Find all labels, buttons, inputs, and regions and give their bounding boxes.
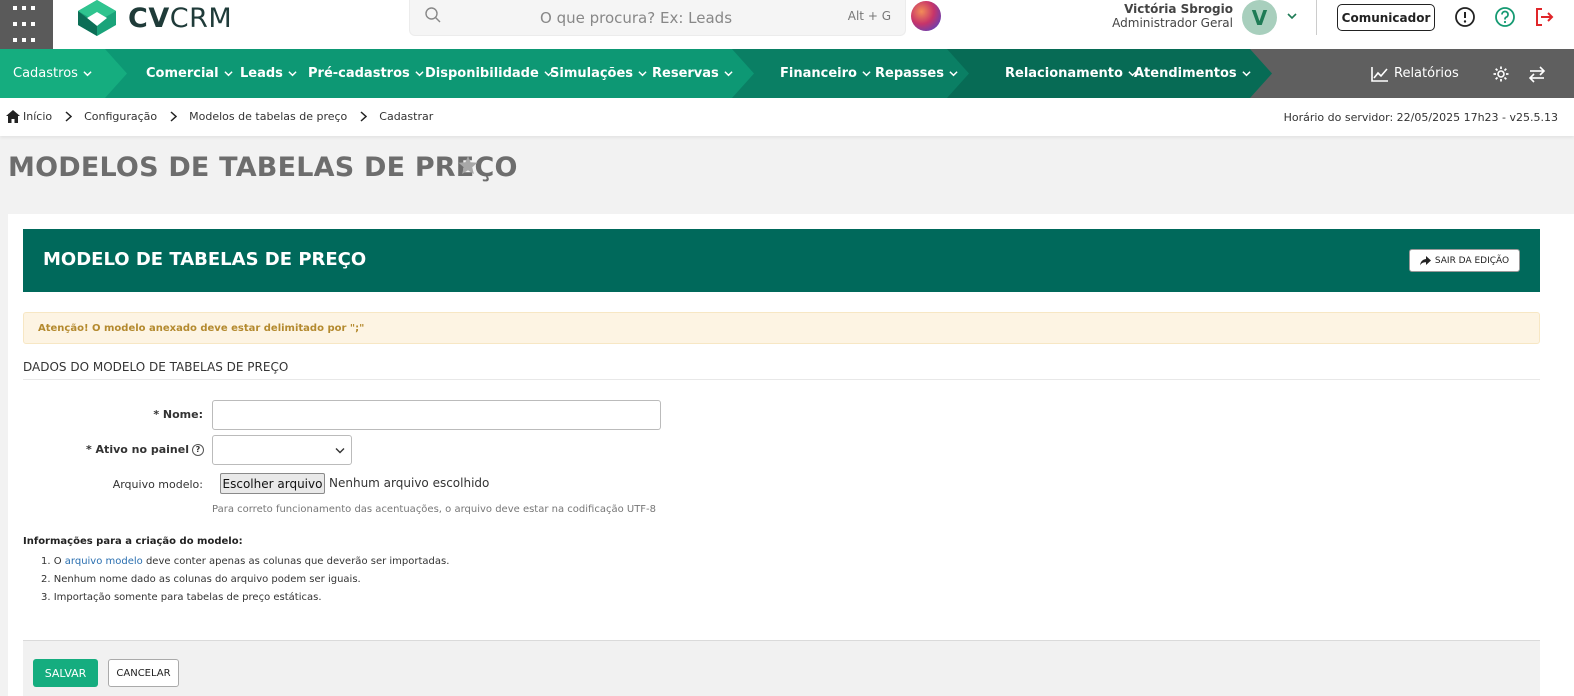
nav-item-comercial[interactable]: Comercial xyxy=(146,49,233,98)
chevron-down-icon xyxy=(862,71,871,77)
cvcrm-logo[interactable]: CVCRM xyxy=(78,0,232,36)
main-navigation: Cadastros Comercial Leads Pré-cadastros … xyxy=(0,49,1574,98)
logo-text: CVCRM xyxy=(128,2,233,34)
chevron-down-icon xyxy=(288,71,297,77)
nome-input[interactable] xyxy=(212,400,661,430)
exit-edit-button[interactable]: SAIR DA EDIÇÃO xyxy=(1409,249,1520,272)
user-name: Victória Sbrogio xyxy=(1124,2,1233,16)
swap-arrows-icon xyxy=(1528,65,1546,83)
assistant-orb-icon[interactable] xyxy=(911,1,941,31)
chevron-down-icon xyxy=(83,71,92,77)
section-divider xyxy=(23,379,1540,380)
gear-icon xyxy=(1493,66,1509,81)
form-actions: SALVAR CANCELAR xyxy=(23,640,1540,696)
chevron-down-icon xyxy=(1242,71,1251,77)
home-icon xyxy=(6,110,20,123)
avatar[interactable]: V xyxy=(1242,0,1277,35)
header-divider xyxy=(1316,0,1317,35)
comunicador-button[interactable]: Comunicador xyxy=(1337,4,1435,31)
nav-item-relacionamento[interactable]: Relacionamento xyxy=(1005,49,1137,98)
chevron-right-icon xyxy=(360,111,368,122)
info-item: 3. Importação somente para tabelas de pr… xyxy=(41,592,322,603)
page-title: MODELOS DE TABELAS DE PREÇO xyxy=(8,152,518,183)
save-button[interactable]: SALVAR xyxy=(33,659,98,687)
user-info[interactable]: Victória Sbrogio Administrador Geral xyxy=(1090,2,1233,30)
ativo-select[interactable] xyxy=(212,435,352,465)
nome-label: * Nome: xyxy=(153,408,203,421)
search-shortcut: Alt + G xyxy=(847,9,891,23)
nav-reports[interactable]: Relatórios xyxy=(1371,49,1459,98)
chevron-down-icon xyxy=(724,71,733,77)
ativo-label: * Ativo no painel? xyxy=(78,443,204,456)
user-role: Administrador Geral xyxy=(1112,16,1233,30)
search-input[interactable] xyxy=(540,8,900,27)
apps-grid-icon xyxy=(13,6,17,10)
top-header: CVCRM Alt + G Victória Sbrogio Administr… xyxy=(0,0,1574,49)
nav-reports-label: Relatórios xyxy=(1394,66,1459,81)
chevron-down-icon xyxy=(949,71,958,77)
chart-line-icon xyxy=(1371,66,1388,82)
arquivo-label: Arquivo modelo: xyxy=(112,478,203,491)
apps-grid-button[interactable] xyxy=(0,0,53,49)
file-help-text: Para correto funcionamento das acentuaçõ… xyxy=(212,504,657,515)
arquivo-modelo-link[interactable]: arquivo modelo xyxy=(65,556,143,567)
share-arrow-icon xyxy=(1419,255,1431,265)
settings-button[interactable] xyxy=(1492,49,1510,98)
breadcrumb-inicio[interactable]: Início xyxy=(23,110,52,123)
info-list: 1. O arquivo modelo deve conter apenas a… xyxy=(41,553,449,607)
info-icon[interactable] xyxy=(1454,6,1476,28)
chevron-down-icon[interactable] xyxy=(1286,10,1298,22)
info-item: 1. O arquivo modelo deve conter apenas a… xyxy=(41,556,450,567)
breadcrumb-cadastrar: Cadastrar xyxy=(379,110,434,123)
info-title: Informações para a criação do modelo: xyxy=(23,536,243,547)
server-time: Horário do servidor: 22/05/2025 17h23 - … xyxy=(1283,111,1558,124)
choose-file-button[interactable]: Escolher arquivo xyxy=(220,473,325,494)
global-search[interactable]: Alt + G xyxy=(409,0,906,36)
nav-item-atendimentos[interactable]: Atendimentos xyxy=(1134,49,1251,98)
breadcrumb-modelos[interactable]: Modelos de tabelas de preço xyxy=(189,110,347,123)
file-status: Nenhum arquivo escolhido xyxy=(329,476,490,490)
section-title: DADOS DO MODELO DE TABELAS DE PREÇO xyxy=(23,360,289,374)
search-icon xyxy=(425,7,441,23)
cancel-button[interactable]: CANCELAR xyxy=(108,659,179,687)
nav-item-cadastros[interactable]: Cadastros xyxy=(13,49,92,98)
nav-item-pre-cadastros[interactable]: Pré-cadastros xyxy=(308,49,424,98)
logout-icon[interactable] xyxy=(1533,6,1555,28)
chevron-down-icon xyxy=(335,448,345,454)
nav-item-repasses[interactable]: Repasses xyxy=(875,49,958,98)
exit-edit-label: SAIR DA EDIÇÃO xyxy=(1434,255,1510,266)
chevron-down-icon xyxy=(224,71,233,77)
chevron-down-icon xyxy=(638,71,647,77)
favorite-star-icon[interactable] xyxy=(458,156,478,175)
chevron-right-icon xyxy=(65,111,73,122)
nav-item-simulacoes[interactable]: Simulações xyxy=(550,49,647,98)
info-item: 2. Nenhum nome dado as colunas do arquiv… xyxy=(41,574,361,585)
breadcrumb-bar: Início Configuração Modelos de tabelas d… xyxy=(0,98,1574,136)
warning-alert: Atenção! O modelo anexado deve estar del… xyxy=(23,312,1540,344)
switch-button[interactable] xyxy=(1528,49,1546,98)
breadcrumb: Início Configuração Modelos de tabelas d… xyxy=(6,110,433,123)
chevron-right-icon xyxy=(170,111,178,122)
help-icon[interactable] xyxy=(1494,6,1516,28)
chevron-down-icon xyxy=(415,71,424,77)
card-title: MODELO DE TABELAS DE PREÇO xyxy=(43,249,367,270)
breadcrumb-configuracao[interactable]: Configuração xyxy=(84,110,157,123)
question-circle-icon[interactable]: ? xyxy=(192,444,204,456)
nav-item-reservas[interactable]: Reservas xyxy=(652,49,733,98)
form-card: MODELO DE TABELAS DE PREÇO SAIR DA EDIÇÃ… xyxy=(8,214,1574,696)
nav-item-leads[interactable]: Leads xyxy=(240,49,297,98)
logo-mark-icon xyxy=(78,0,116,36)
card-header: MODELO DE TABELAS DE PREÇO SAIR DA EDIÇÃ… xyxy=(23,229,1540,292)
nav-item-disponibilidade[interactable]: Disponibilidade xyxy=(425,49,553,98)
nav-item-financeiro[interactable]: Financeiro xyxy=(780,49,871,98)
